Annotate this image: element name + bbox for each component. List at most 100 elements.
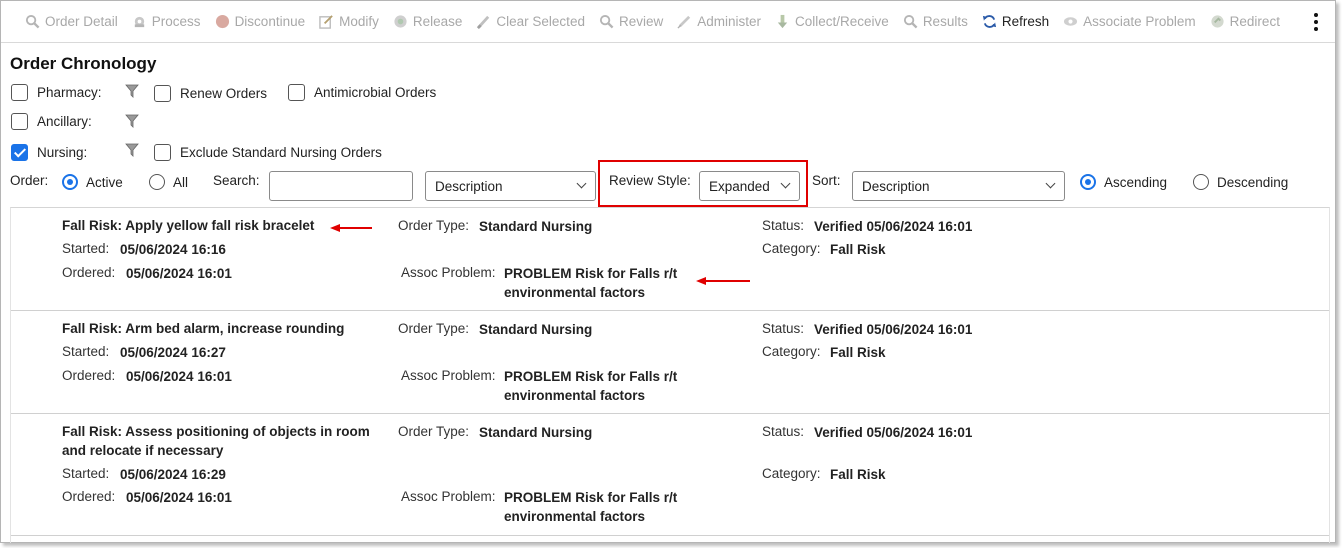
- pharmacy-filter-funnel-icon[interactable]: [125, 84, 139, 98]
- started-label: Started:: [62, 466, 110, 481]
- edit-icon: [319, 14, 334, 29]
- category-value: Fall Risk: [830, 242, 886, 257]
- search-field-select[interactable]: Description: [425, 171, 596, 201]
- renew-orders-label: Renew Orders: [180, 86, 268, 101]
- search-field-value: Description: [435, 178, 503, 194]
- order-type-value: Standard Nursing: [479, 425, 593, 440]
- eye-icon: [1063, 14, 1078, 29]
- order-type-value: Standard Nursing: [479, 219, 593, 234]
- search-label: Search:: [213, 173, 260, 188]
- started-value: 05/06/2024 16:16: [120, 242, 226, 257]
- descending-radio-option[interactable]: Descending: [1193, 174, 1288, 190]
- exclude-standard-nursing-filter[interactable]: Exclude Standard Nursing Orders: [154, 144, 382, 161]
- release-button[interactable]: Release: [393, 14, 463, 29]
- review-label: Review: [618, 14, 664, 29]
- review-button[interactable]: Review: [599, 14, 663, 29]
- nursing-label: Nursing:: [37, 145, 88, 160]
- results-button[interactable]: Results: [903, 14, 968, 29]
- sort-select[interactable]: Description: [852, 171, 1065, 201]
- ancillary-filter[interactable]: Ancillary:: [11, 113, 92, 130]
- order-detail-label: Order Detail: [45, 14, 118, 29]
- active-radio-option[interactable]: Active: [62, 174, 123, 190]
- stop-icon: [215, 14, 230, 29]
- order-row[interactable]: Fall Risk: Apply yellow fall risk bracel…: [11, 208, 1329, 311]
- refresh-button[interactable]: Refresh: [982, 14, 1049, 29]
- ordered-value: 05/06/2024 16:01: [126, 490, 232, 505]
- collect-icon: [775, 14, 790, 29]
- order-type-label: Order Type:: [398, 424, 470, 439]
- pharmacy-checkbox[interactable]: [11, 84, 28, 101]
- order-row[interactable]: Fall Risk: Assess positioning of objects…: [11, 414, 1329, 536]
- redirect-label: Redirect: [1229, 14, 1280, 29]
- release-icon: [393, 14, 408, 29]
- discontinue-button[interactable]: Discontinue: [215, 14, 306, 29]
- order-detail-button[interactable]: Order Detail: [25, 14, 118, 29]
- ascending-radio-option[interactable]: Ascending: [1080, 174, 1167, 190]
- administer-button[interactable]: Administer: [677, 14, 761, 29]
- ascending-radio[interactable]: [1080, 174, 1096, 190]
- renew-orders-checkbox[interactable]: [154, 85, 171, 102]
- descending-label: Descending: [1217, 174, 1289, 190]
- discontinue-label: Discontinue: [234, 14, 306, 29]
- clear-selected-button[interactable]: Clear Selected: [476, 14, 585, 29]
- assoc-problem-label: Assoc Problem:: [401, 489, 496, 504]
- nursing-filter[interactable]: Nursing:: [11, 144, 87, 161]
- status-label: Status:: [762, 218, 805, 233]
- magnifier-icon: [25, 14, 40, 29]
- all-radio[interactable]: [149, 174, 165, 190]
- all-radio-option[interactable]: All: [149, 174, 188, 190]
- ascending-label: Ascending: [1104, 174, 1168, 190]
- nursing-checkbox[interactable]: [11, 144, 28, 161]
- antimicrobial-orders-filter[interactable]: Antimicrobial Orders: [288, 84, 436, 101]
- status-label: Status:: [762, 424, 805, 439]
- descending-radio[interactable]: [1193, 174, 1209, 190]
- process-button[interactable]: Process: [132, 14, 201, 29]
- refresh-icon: [982, 14, 997, 29]
- antimicrobial-orders-checkbox[interactable]: [288, 84, 305, 101]
- search-input[interactable]: [269, 171, 413, 201]
- clear-selected-label: Clear Selected: [496, 14, 585, 29]
- renew-orders-filter[interactable]: Renew Orders: [154, 85, 267, 102]
- modify-label: Modify: [339, 14, 379, 29]
- more-options-icon[interactable]: [1313, 13, 1319, 31]
- assoc-problem-line1: PROBLEM Risk for Falls r/t: [504, 369, 678, 384]
- assoc-problem-line2: environmental factors: [504, 285, 646, 300]
- active-label: Active: [86, 174, 123, 190]
- associate-problem-button[interactable]: Associate Problem: [1063, 14, 1196, 29]
- category-label: Category:: [762, 344, 821, 359]
- category-value: Fall Risk: [830, 345, 886, 360]
- order-row[interactable]: Fall Risk: Arm bed alarm, increase round…: [11, 311, 1329, 414]
- modify-button[interactable]: Modify: [319, 14, 379, 29]
- pharmacy-filter[interactable]: Pharmacy:: [11, 84, 102, 101]
- chevron-down-icon: [576, 178, 587, 189]
- antimicrobial-orders-label: Antimicrobial Orders: [314, 85, 437, 100]
- syringe-icon: [677, 14, 692, 29]
- release-label: Release: [412, 14, 463, 29]
- sort-value: Description: [862, 178, 930, 194]
- active-radio[interactable]: [62, 174, 78, 190]
- sort-label: Sort:: [812, 173, 841, 188]
- assoc-problem-line1: PROBLEM Risk for Falls r/t: [504, 490, 678, 505]
- red-arrow-icon: [330, 224, 372, 232]
- order-chronology-window: Order Detail Process Discontinue Modify …: [0, 0, 1336, 543]
- started-label: Started:: [62, 344, 110, 359]
- nursing-filter-funnel-icon[interactable]: [125, 143, 139, 157]
- started-value: 05/06/2024 16:29: [120, 467, 226, 482]
- assoc-problem-line1: PROBLEM Risk for Falls r/t: [504, 266, 678, 281]
- ordered-value: 05/06/2024 16:01: [126, 369, 232, 384]
- collect-receive-button[interactable]: Collect/Receive: [775, 14, 889, 29]
- assoc-problem-label: Assoc Problem:: [401, 368, 496, 383]
- order-type-value: Standard Nursing: [479, 322, 593, 337]
- exclude-standard-nursing-checkbox[interactable]: [154, 144, 171, 161]
- category-label: Category:: [762, 466, 821, 481]
- started-value: 05/06/2024 16:27: [120, 345, 226, 360]
- redirect-button[interactable]: Redirect: [1210, 14, 1280, 29]
- ordered-label: Ordered:: [62, 265, 116, 280]
- ancillary-filter-funnel-icon[interactable]: [125, 114, 139, 128]
- order-type-label: Order Type:: [398, 218, 470, 233]
- ancillary-checkbox[interactable]: [11, 113, 28, 130]
- ordered-label: Ordered:: [62, 489, 116, 504]
- all-label: All: [173, 174, 189, 190]
- ancillary-label: Ancillary:: [37, 114, 92, 129]
- started-label: Started:: [62, 241, 110, 256]
